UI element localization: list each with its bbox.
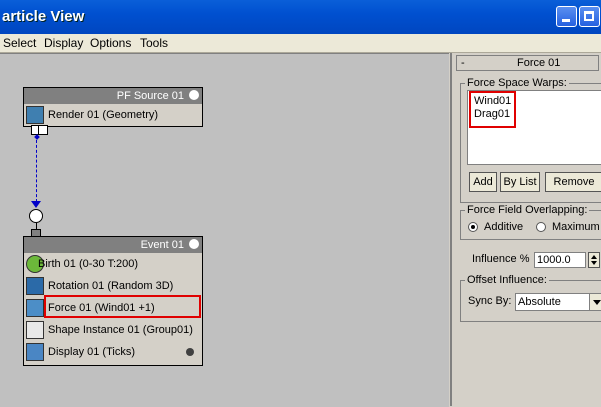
operator-label: Birth 01 (0-30 T:200) — [38, 258, 139, 270]
bulb-icon[interactable] — [189, 90, 199, 100]
influence-label: Influence % — [472, 253, 530, 265]
operator-label: Render 01 (Geometry) — [48, 109, 159, 121]
rollout-collapse-icon[interactable]: - — [461, 57, 465, 69]
menu-options[interactable]: Options — [90, 36, 131, 50]
operator-row[interactable]: Render 01 (Geometry) — [24, 104, 202, 126]
remove-button[interactable]: Remove — [545, 172, 601, 192]
additive-label: Additive — [484, 221, 524, 233]
add-button[interactable]: Add — [469, 172, 497, 192]
wire-connector — [34, 134, 40, 140]
display-icon — [26, 343, 44, 361]
rotation-icon — [26, 277, 44, 295]
operator-label: Display 01 (Ticks) — [48, 346, 135, 358]
pf-source-node[interactable]: PF Source 01 Render 01 (Geometry) — [23, 87, 203, 127]
shape-icon — [26, 321, 44, 339]
input-pin[interactable] — [29, 209, 43, 223]
by-list-button[interactable]: By List — [500, 172, 540, 192]
force-icon — [26, 299, 44, 317]
output-pin[interactable] — [38, 125, 48, 135]
menu-bar: Select Display Options Tools — [0, 34, 601, 53]
chevron-down-icon[interactable] — [589, 294, 601, 310]
display-dot-icon — [186, 348, 194, 356]
overlap-label: Force Field Overlapping: — [465, 204, 590, 216]
menu-display[interactable]: Display — [44, 36, 83, 50]
wire-link[interactable] — [36, 140, 37, 202]
parameters-panel: - Force 01 Force Space Warps: Wind01 Dra… — [450, 53, 601, 406]
window-title: article View — [2, 8, 85, 25]
title-bar: article View — [0, 0, 601, 34]
operator-row[interactable]: Display 01 (Ticks) — [24, 341, 202, 363]
rollout-title: Force 01 — [517, 57, 561, 69]
operator-row[interactable]: Shape Instance 01 (Group01) — [24, 319, 202, 341]
influence-field[interactable]: 1000.0 — [534, 252, 586, 268]
minimize-button[interactable] — [556, 6, 577, 27]
maximum-label: Maximum — [552, 221, 600, 233]
bulb-icon[interactable] — [189, 239, 199, 249]
render-icon — [26, 106, 44, 124]
event-title: Event 01 — [140, 239, 184, 251]
force-highlight — [44, 295, 201, 318]
space-warps-highlight — [469, 91, 516, 128]
additive-radio[interactable] — [468, 222, 478, 232]
rollout-header[interactable]: - Force 01 — [456, 55, 599, 71]
space-warps-label: Force Space Warps: — [465, 77, 569, 89]
arrow-icon — [31, 198, 41, 208]
pf-source-header[interactable]: PF Source 01 — [24, 88, 202, 104]
menu-tools[interactable]: Tools — [140, 36, 168, 50]
maximize-button[interactable] — [579, 6, 600, 27]
operator-label: Rotation 01 (Random 3D) — [48, 280, 174, 292]
pf-source-title: PF Source 01 — [116, 90, 184, 102]
sync-label: Sync By: — [468, 295, 512, 307]
influence-spinner[interactable] — [588, 252, 600, 268]
particle-view-canvas[interactable]: PF Source 01 Render 01 (Geometry) Event … — [0, 53, 449, 407]
operator-row[interactable]: Rotation 01 (Random 3D) — [24, 275, 202, 297]
event-header[interactable]: Event 01 — [24, 237, 202, 253]
offset-label: Offset Influence: — [465, 274, 549, 286]
operator-label: Shape Instance 01 (Group01) — [48, 324, 193, 336]
menu-select[interactable]: Select — [3, 36, 36, 50]
operator-row[interactable]: Birth 01 (0-30 T:200) — [24, 253, 202, 275]
maximum-radio[interactable] — [536, 222, 546, 232]
